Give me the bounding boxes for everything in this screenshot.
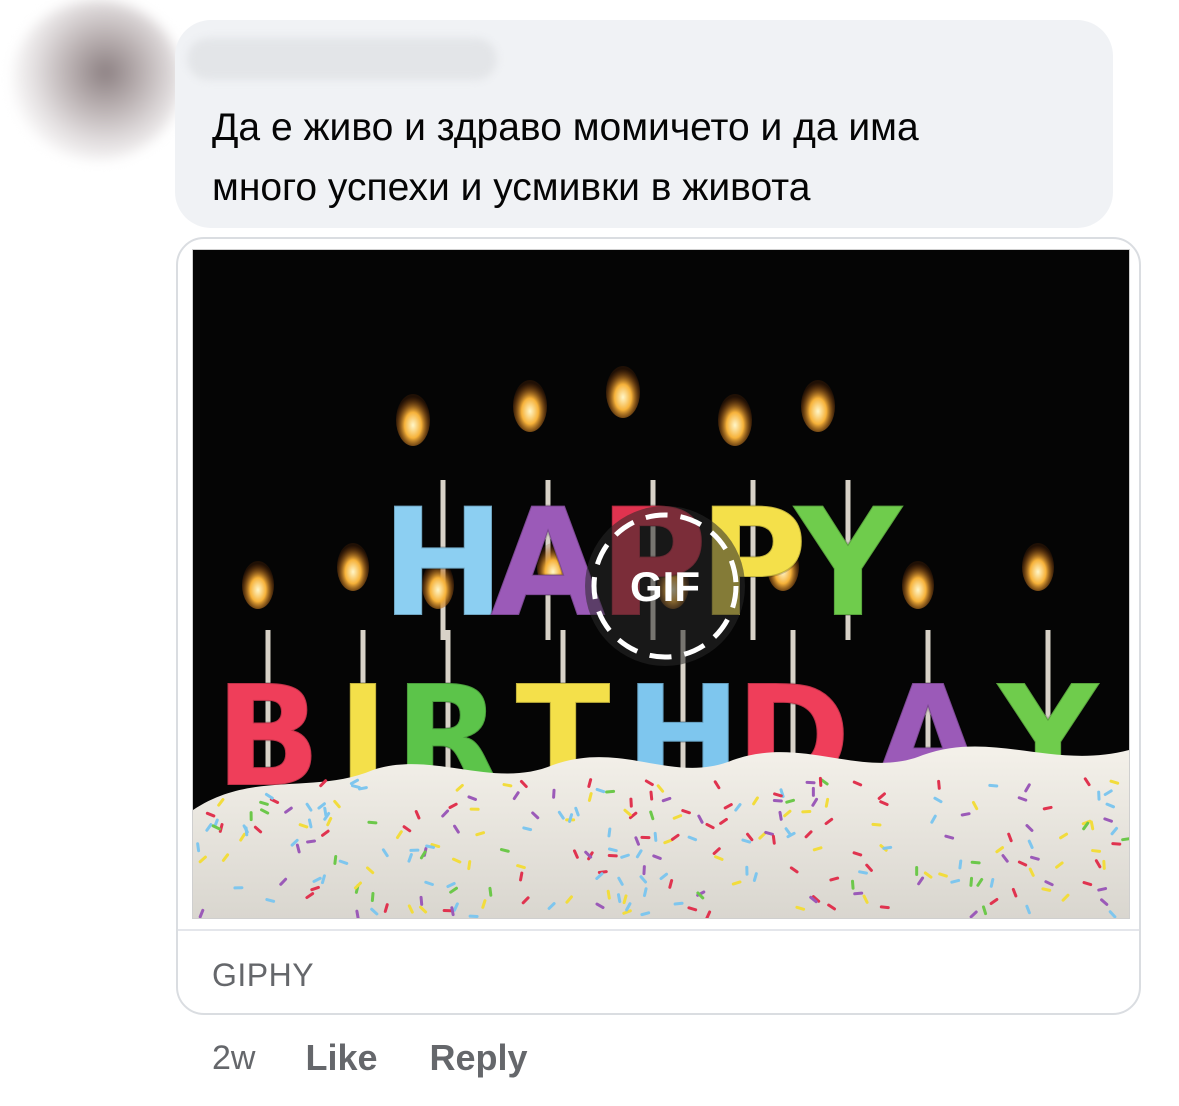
gif-image[interactable]: HAPPY BIRTHDAY GIF <box>192 249 1130 919</box>
sprinkle <box>805 780 816 785</box>
sprinkle <box>642 865 646 876</box>
gif-attachment-card[interactable]: HAPPY BIRTHDAY GIF GIPHY <box>176 237 1141 1015</box>
comment-actions: 2w Like Reply <box>212 1033 580 1083</box>
sprinkle <box>468 914 479 918</box>
candle-flame <box>396 394 430 446</box>
commenter-name-redacted[interactable] <box>187 38 497 80</box>
candle-letter: Y <box>792 477 905 651</box>
sprinkle <box>745 865 749 876</box>
candle-flame <box>1022 543 1054 591</box>
sprinkle <box>409 848 420 852</box>
sprinkle <box>469 807 480 811</box>
sprinkle <box>640 835 651 840</box>
sprinkle <box>818 776 823 787</box>
reply-button[interactable]: Reply <box>430 1037 528 1079</box>
sprinkle <box>552 788 556 799</box>
birthday-candles-picture: HAPPY BIRTHDAY GIF <box>193 250 1129 918</box>
sprinkle <box>249 811 253 822</box>
candle-letter: H <box>380 477 506 651</box>
sprinkle <box>1111 842 1122 846</box>
sprinkle <box>915 866 919 877</box>
candle-flame <box>606 366 640 418</box>
candle-flame <box>718 394 752 446</box>
sprinkle <box>607 853 618 858</box>
candle-flame <box>513 380 547 432</box>
sprinkle <box>811 786 815 797</box>
sprinkle <box>1102 859 1106 870</box>
commenter-avatar[interactable] <box>12 0 182 160</box>
sprinkle <box>629 797 633 808</box>
comment-text: Да е живо и здраво момичето и да има мно… <box>212 106 919 209</box>
card-divider <box>178 929 1139 931</box>
gif-badge[interactable]: GIF <box>585 506 745 666</box>
sprinkle <box>801 809 812 814</box>
candle-flame <box>902 561 934 609</box>
comment-timestamp[interactable]: 2w <box>212 1039 255 1078</box>
candle-flame <box>337 543 369 591</box>
gif-source-label[interactable]: GIPHY <box>212 957 314 994</box>
like-button[interactable]: Like <box>305 1037 377 1079</box>
candle-flame <box>801 380 835 432</box>
gif-badge-label: GIF <box>630 563 700 610</box>
candle-flame <box>242 561 274 609</box>
comment-bubble: Да е живо и здраво момичето и да има мно… <box>175 20 1113 228</box>
sprinkle <box>233 886 244 890</box>
sprinkle <box>1097 790 1101 801</box>
